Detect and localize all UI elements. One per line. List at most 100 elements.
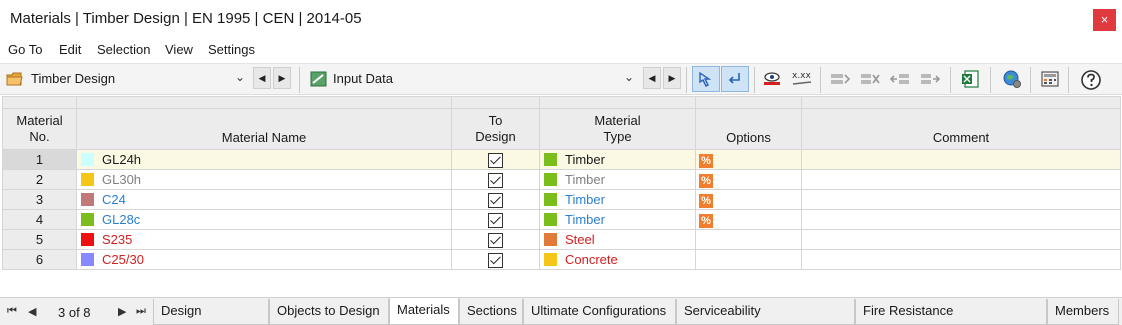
table-row[interactable]: 3 C24 Timber% bbox=[2, 189, 1121, 210]
view-mode-button[interactable] bbox=[758, 66, 786, 92]
to-design-checkbox[interactable] bbox=[488, 232, 503, 248]
tab-sections[interactable]: Sections bbox=[459, 299, 523, 325]
options-cell[interactable]: % bbox=[695, 189, 802, 210]
header-material-type[interactable]: Material Type bbox=[539, 108, 696, 150]
material-color-swatch bbox=[81, 193, 94, 206]
comment-cell[interactable] bbox=[801, 169, 1121, 190]
menu-settings[interactable]: Settings bbox=[208, 42, 255, 57]
to-design-checkbox[interactable] bbox=[488, 152, 503, 168]
comment-cell[interactable] bbox=[801, 189, 1121, 210]
header-material-no[interactable]: Material No. bbox=[2, 108, 77, 150]
module-next-button[interactable]: ▶ bbox=[273, 67, 291, 89]
to-design-cell[interactable] bbox=[451, 229, 540, 250]
pointer-arrow-icon bbox=[699, 71, 712, 87]
export-excel-button[interactable] bbox=[957, 66, 985, 92]
menu-go-to[interactable]: Go To bbox=[8, 42, 42, 57]
table-row[interactable]: 6 C25/30 Concrete bbox=[2, 249, 1121, 270]
tab-serviceability-configurations[interactable]: Serviceability Configurations bbox=[676, 299, 855, 325]
percent-icon[interactable]: % bbox=[699, 213, 713, 228]
material-name-cell[interactable]: C24 bbox=[76, 189, 452, 210]
table-row[interactable]: 2 GL30h Timber% bbox=[2, 169, 1121, 190]
material-name-text: GL30h bbox=[102, 172, 142, 187]
tab-materials[interactable]: Materials bbox=[389, 298, 459, 325]
close-button[interactable]: × bbox=[1093, 9, 1116, 31]
move-left-button[interactable] bbox=[886, 66, 914, 92]
material-name-cell[interactable]: GL28c bbox=[76, 209, 452, 230]
jump-to-graphic-button[interactable] bbox=[692, 66, 720, 92]
to-design-checkbox[interactable] bbox=[488, 252, 503, 268]
table-row[interactable]: 4 GL28c Timber% bbox=[2, 209, 1121, 230]
to-design-checkbox[interactable] bbox=[488, 212, 503, 228]
table-next-button[interactable]: ▶ bbox=[663, 67, 681, 89]
next-page-icon[interactable]: ▶ bbox=[118, 305, 126, 318]
to-design-cell[interactable] bbox=[451, 189, 540, 210]
table-row[interactable]: 1 GL24h Timber% bbox=[2, 149, 1121, 170]
material-type-cell[interactable]: Timber bbox=[539, 169, 696, 190]
options-cell[interactable]: % bbox=[695, 149, 802, 170]
comment-cell[interactable] bbox=[801, 209, 1121, 230]
material-type-cell[interactable]: Concrete bbox=[539, 249, 696, 270]
header-options[interactable]: Options bbox=[695, 108, 802, 150]
menu-view[interactable]: View bbox=[165, 42, 193, 57]
options-cell[interactable] bbox=[695, 229, 802, 250]
chevron-down-icon[interactable]: ⌄ bbox=[235, 70, 245, 84]
table-row[interactable]: 5 S235 Steel bbox=[2, 229, 1121, 250]
material-type-cell[interactable]: Timber bbox=[539, 209, 696, 230]
tab-fire-resistance-configurations[interactable]: Fire Resistance Configurations bbox=[855, 299, 1047, 325]
material-name-cell[interactable]: C25/30 bbox=[76, 249, 452, 270]
tab-objects-to-design[interactable]: Objects to Design bbox=[269, 299, 389, 325]
to-design-cell[interactable] bbox=[451, 169, 540, 190]
material-name-cell[interactable]: S235 bbox=[76, 229, 452, 250]
material-name-cell[interactable]: GL24h bbox=[76, 149, 452, 170]
calculator-button[interactable] bbox=[1036, 66, 1064, 92]
options-cell[interactable]: % bbox=[695, 169, 802, 190]
percent-icon[interactable]: % bbox=[699, 193, 713, 208]
delete-row-button[interactable] bbox=[856, 66, 884, 92]
to-design-cell[interactable] bbox=[451, 209, 540, 230]
module-prev-button[interactable]: ◀ bbox=[253, 67, 271, 89]
to-design-cell[interactable] bbox=[451, 149, 540, 170]
header-material-name[interactable]: Material Name bbox=[76, 108, 452, 150]
options-cell[interactable]: % bbox=[695, 209, 802, 230]
module-combo[interactable]: Timber Design ⌄ bbox=[2, 67, 252, 92]
toolbar-separator bbox=[1068, 67, 1069, 93]
material-type-text: Timber bbox=[565, 192, 605, 207]
tab-members[interactable]: Members bbox=[1047, 299, 1119, 325]
table-prev-button[interactable]: ◀ bbox=[643, 67, 661, 89]
material-color-swatch bbox=[81, 253, 94, 266]
help-button[interactable] bbox=[1077, 66, 1105, 92]
material-type-cell[interactable]: Timber bbox=[539, 149, 696, 170]
comment-cell[interactable] bbox=[801, 229, 1121, 250]
to-design-cell[interactable] bbox=[451, 249, 540, 270]
select-in-graphic-button[interactable] bbox=[721, 66, 749, 92]
options-cell[interactable] bbox=[695, 249, 802, 270]
material-color-swatch bbox=[81, 233, 94, 246]
insert-row-button[interactable] bbox=[826, 66, 854, 92]
header-to-design[interactable]: To Design bbox=[451, 108, 540, 150]
material-name-text: C25/30 bbox=[102, 252, 144, 267]
comment-cell[interactable] bbox=[801, 149, 1121, 170]
to-design-checkbox[interactable] bbox=[488, 172, 503, 188]
to-design-checkbox[interactable] bbox=[488, 192, 503, 208]
toolbar-separator bbox=[1030, 67, 1031, 93]
table-combo[interactable]: Input Data ⌄ bbox=[306, 67, 642, 92]
tab-design-situations[interactable]: Design Situations bbox=[153, 299, 269, 325]
percent-icon[interactable]: % bbox=[699, 173, 713, 188]
menu-selection[interactable]: Selection bbox=[97, 42, 150, 57]
last-page-icon[interactable]: ⏭ bbox=[136, 305, 146, 318]
chevron-down-icon[interactable]: ⌄ bbox=[624, 70, 634, 84]
table-combo-value: Input Data bbox=[333, 71, 393, 86]
header-comment[interactable]: Comment bbox=[801, 108, 1121, 150]
material-type-cell[interactable]: Steel bbox=[539, 229, 696, 250]
menu-edit[interactable]: Edit bbox=[59, 42, 81, 57]
comment-cell[interactable] bbox=[801, 249, 1121, 270]
move-right-button[interactable] bbox=[916, 66, 944, 92]
material-name-cell[interactable]: GL30h bbox=[76, 169, 452, 190]
global-settings-button[interactable] bbox=[998, 66, 1026, 92]
percent-icon[interactable]: % bbox=[699, 153, 713, 168]
decimal-places-button[interactable]: x.xx bbox=[788, 66, 816, 92]
tab-ultimate-configurations[interactable]: Ultimate Configurations bbox=[523, 299, 676, 325]
material-type-cell[interactable]: Timber bbox=[539, 189, 696, 210]
prev-page-icon[interactable]: ◀ bbox=[28, 305, 36, 318]
first-page-icon[interactable]: ⏮ bbox=[7, 305, 17, 318]
